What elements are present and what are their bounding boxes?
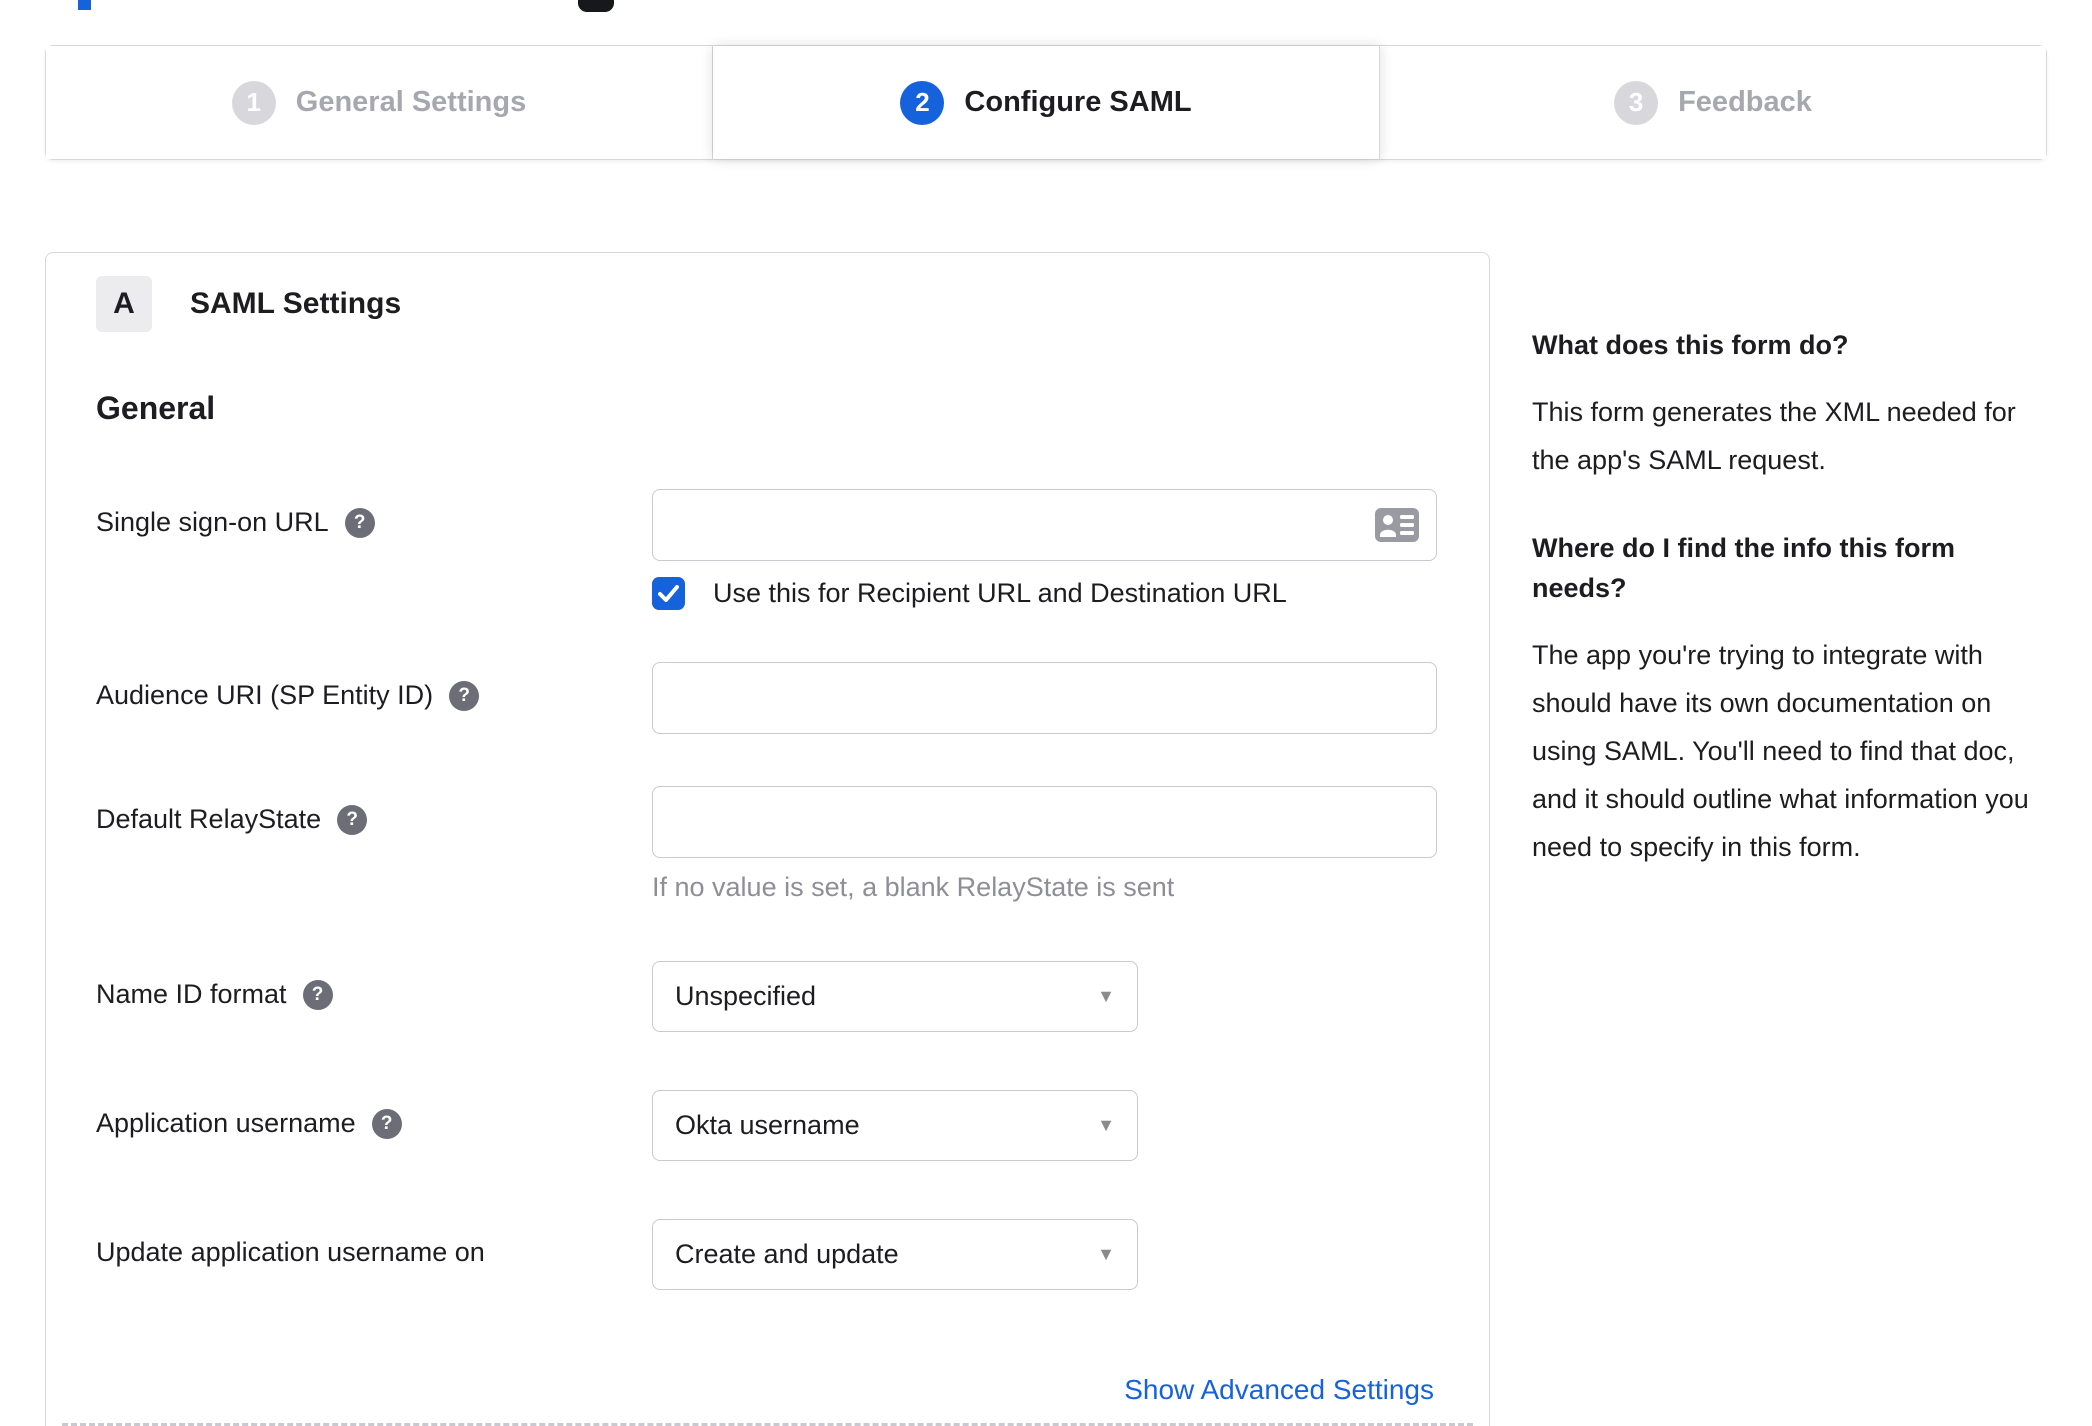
wizard-stepper: 1 General Settings 2 Configure SAML 3 Fe…: [45, 45, 2047, 160]
step-label: Configure SAML: [964, 86, 1192, 118]
application-username-label: Application username ?: [96, 1090, 652, 1141]
single-sign-on-url-input-wrap: [652, 489, 1437, 561]
single-sign-on-url-row: Single sign-on URL ?: [46, 489, 1489, 561]
name-id-format-row: Name ID format ? Unspecified ▼: [46, 961, 1489, 1032]
caret-down-icon: ▼: [1097, 986, 1115, 1006]
application-username-select[interactable]: Okta username ▼: [652, 1090, 1138, 1161]
caret-down-icon: ▼: [1097, 1244, 1115, 1264]
audience-uri-row: Audience URI (SP Entity ID) ?: [46, 662, 1489, 734]
default-relaystate-label: Default RelayState ?: [96, 786, 652, 837]
single-sign-on-url-label: Single sign-on URL ?: [96, 489, 652, 540]
step-configure-saml[interactable]: 2 Configure SAML: [713, 46, 1380, 159]
single-sign-on-url-input[interactable]: [652, 489, 1437, 561]
help-icon[interactable]: ?: [344, 507, 375, 538]
update-application-username-select[interactable]: Create and update ▼: [652, 1219, 1138, 1290]
help-section-where: Where do I find the info this form needs…: [1532, 528, 2037, 871]
help-body: This form generates the XML needed for t…: [1532, 396, 2016, 475]
step-number-badge: 3: [1614, 80, 1659, 125]
help-icon[interactable]: ?: [302, 979, 333, 1010]
default-relaystate-row: Default RelayState ?: [46, 786, 1489, 858]
step-feedback[interactable]: 3 Feedback: [1380, 46, 2046, 159]
cutoff-blue-artifact: [78, 0, 91, 10]
help-section-what: What does this form do? This form genera…: [1532, 325, 2037, 484]
recipient-url-checkbox[interactable]: [652, 577, 685, 610]
help-icon[interactable]: ?: [337, 804, 368, 835]
caret-down-icon: ▼: [1097, 1115, 1115, 1135]
recipient-url-checkbox-label: Use this for Recipient URL and Destinati…: [713, 578, 1287, 608]
application-username-value: Okta username: [675, 1110, 860, 1140]
update-application-username-label: Update application username on: [96, 1237, 485, 1267]
relaystate-hint-row: If no value is set, a blank RelayState i…: [46, 872, 1489, 903]
update-application-username-value: Create and update: [675, 1239, 899, 1269]
check-icon: [658, 585, 679, 602]
step-label: General Settings: [295, 86, 527, 118]
help-icon[interactable]: ?: [449, 680, 480, 711]
step-label: Feedback: [1678, 86, 1812, 118]
contact-card-icon[interactable]: [1375, 508, 1419, 542]
update-application-username-row: Update application username on Create an…: [46, 1219, 1489, 1290]
show-advanced-settings-link[interactable]: Show Advanced Settings: [1124, 1374, 1434, 1405]
step-general-settings[interactable]: 1 General Settings: [46, 46, 713, 159]
name-id-format-value: Unspecified: [675, 981, 817, 1011]
help-heading: What does this form do?: [1532, 330, 1849, 360]
help-heading: Where do I find the info this form needs…: [1532, 532, 1955, 604]
help-body: The app you're trying to integrate with …: [1532, 639, 2029, 862]
saml-settings-panel: A SAML Settings General Single sign-on U…: [45, 252, 1490, 1426]
recipient-url-checkbox-row: Use this for Recipient URL and Destinati…: [46, 577, 1489, 610]
audience-uri-input[interactable]: [652, 662, 1437, 734]
name-id-format-select[interactable]: Unspecified ▼: [652, 961, 1138, 1032]
help-sidebar: What does this form do? This form genera…: [1532, 325, 2037, 871]
name-id-format-label: Name ID format ?: [96, 961, 652, 1012]
section-a-badge: A: [96, 276, 152, 332]
step-number-badge: 2: [900, 80, 945, 125]
relaystate-hint: If no value is set, a blank RelayState i…: [652, 872, 1175, 902]
section-title: SAML Settings: [190, 287, 402, 320]
step-number-badge: 1: [231, 80, 276, 125]
help-icon[interactable]: ?: [371, 1108, 402, 1139]
general-group-title: General: [96, 390, 216, 426]
section-header: A SAML Settings: [96, 276, 1489, 332]
cutoff-dark-artifact: [578, 0, 614, 12]
audience-uri-label: Audience URI (SP Entity ID) ?: [96, 662, 652, 713]
default-relaystate-input[interactable]: [652, 786, 1437, 858]
application-username-row: Application username ? Okta username ▼: [46, 1090, 1489, 1161]
advanced-settings-row: Show Advanced Settings: [46, 1374, 1489, 1406]
